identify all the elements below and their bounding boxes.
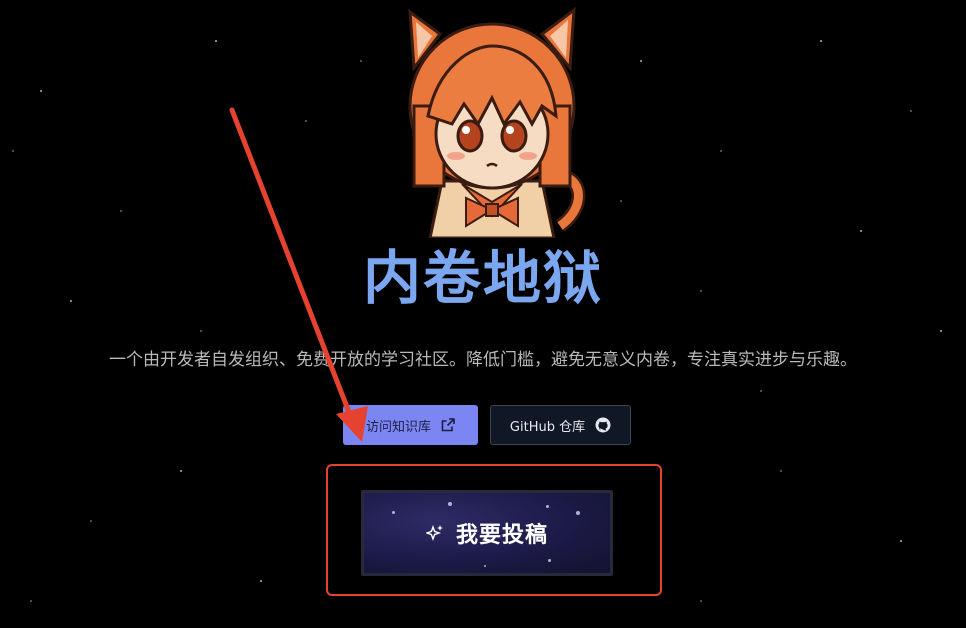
submit-contribution-label: 我要投稿 <box>455 523 548 548</box>
github-icon <box>595 417 611 433</box>
github-repo-button[interactable]: GitHub 仓库 <box>490 405 631 445</box>
mascot-image <box>408 6 586 238</box>
sparkles-icon <box>425 524 443 542</box>
page: 内卷地狱 一个由开发者自发组织、免费开放的学习社区。降低门槛，避免无意义内卷，专… <box>0 0 966 628</box>
visit-knowledge-base-label: 访问知识库 <box>365 419 431 435</box>
visit-knowledge-base-button[interactable]: 访问知识库 <box>343 405 478 445</box>
page-title: 内卷地狱 <box>362 244 603 312</box>
page-subtitle: 一个由开发者自发组织、免费开放的学习社区。降低门槛，避免无意义内卷，专注真实进步… <box>109 350 857 370</box>
external-link-icon <box>441 418 455 432</box>
action-row: 访问知识库 GitHub 仓库 <box>0 405 966 445</box>
submit-contribution-button[interactable]: 我要投稿 <box>361 490 613 576</box>
github-repo-label: GitHub 仓库 <box>509 419 586 435</box>
